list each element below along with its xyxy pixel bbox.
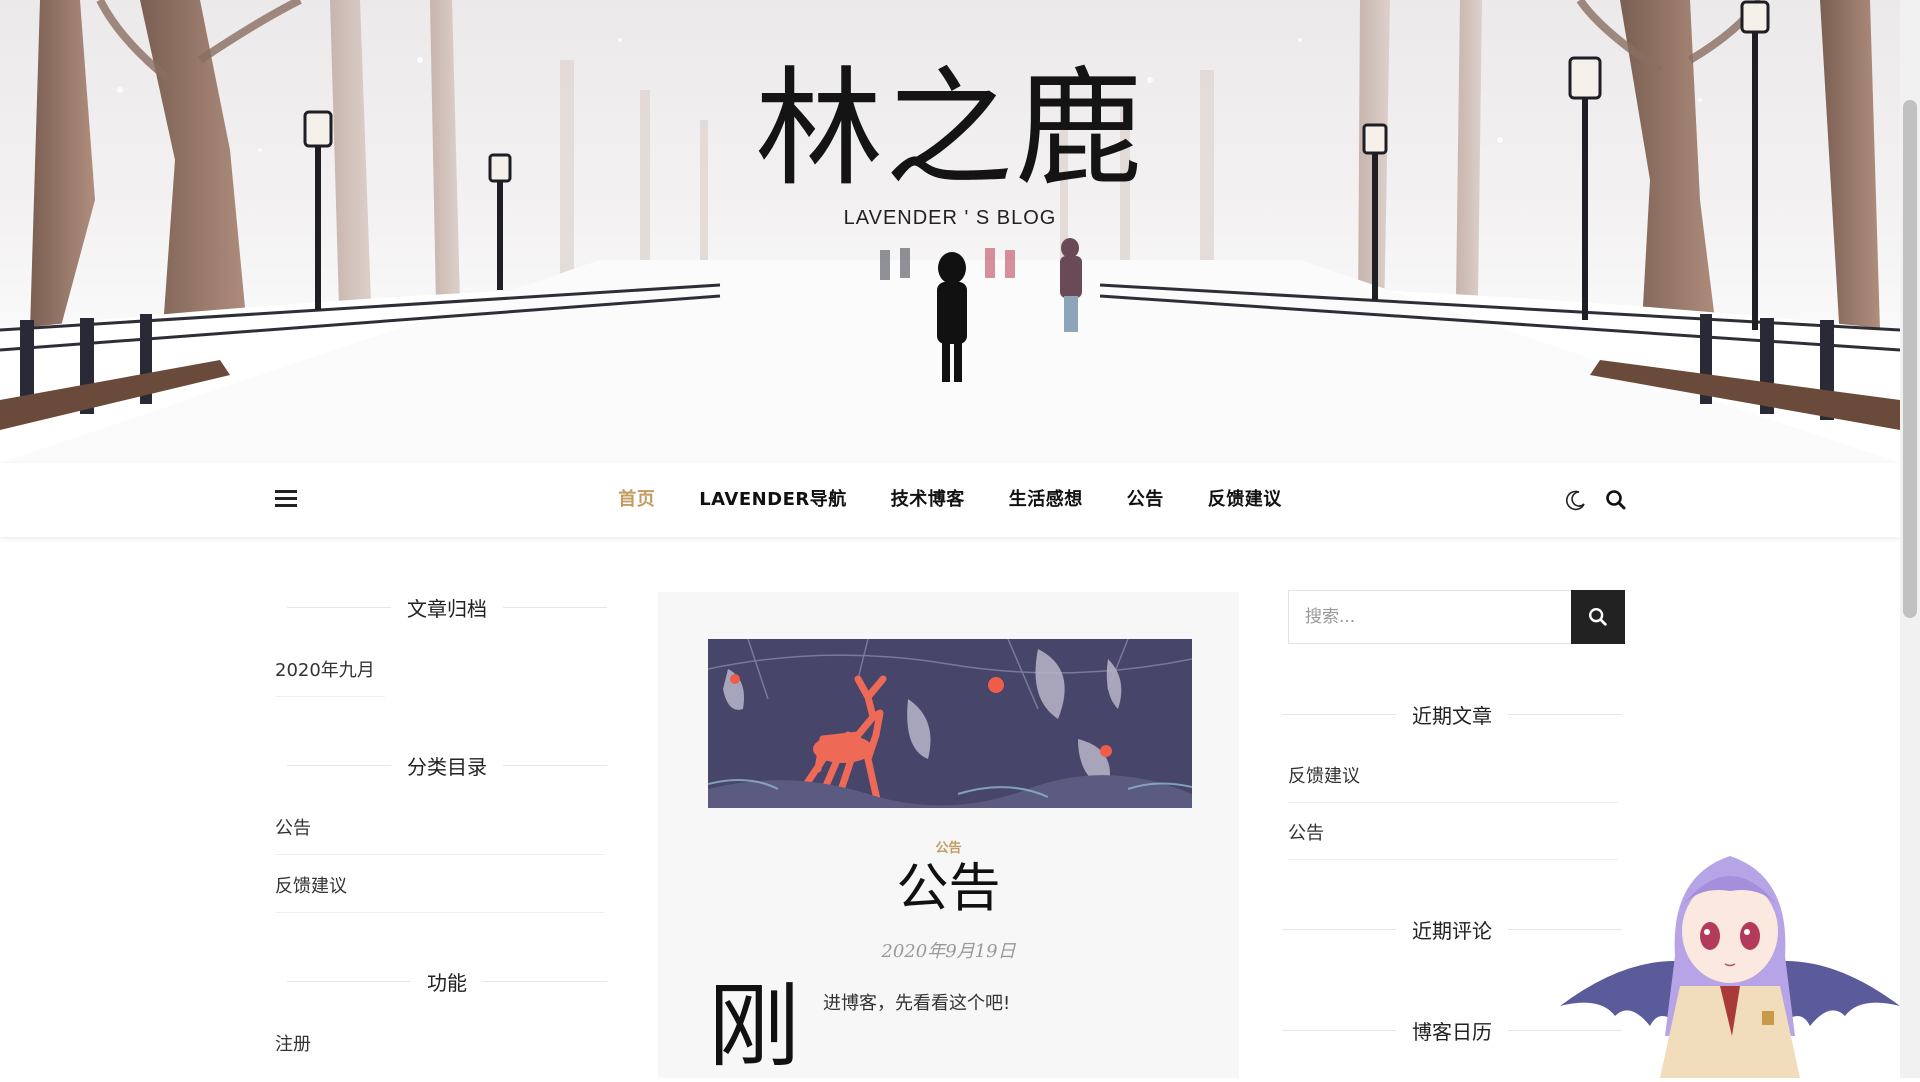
categories-widget-title: 分类目录	[287, 750, 607, 780]
nav-item-announcement[interactable]: 公告	[1127, 463, 1164, 537]
post-featured-image[interactable]	[708, 639, 1192, 808]
divider	[275, 912, 605, 913]
archives-title-text: 文章归档	[407, 596, 487, 621]
scrollbar-thumb[interactable]	[1903, 100, 1917, 618]
site-tagline: LAVENDER ' S BLOG	[843, 207, 1057, 229]
post-date: 2020年9月19日	[881, 941, 1016, 962]
register-link[interactable]: 注册	[275, 1030, 311, 1056]
recent-post-link-announcement[interactable]: 公告	[1288, 819, 1324, 845]
post-title[interactable]: 公告	[658, 854, 1239, 924]
nav-item-life-thoughts[interactable]: 生活感想	[1009, 463, 1083, 537]
divider	[1288, 802, 1618, 803]
category-link-announcement[interactable]: 公告	[275, 814, 311, 840]
archive-link-2020-09[interactable]: 2020年九月	[275, 656, 375, 682]
live2d-mascot[interactable]	[1560, 836, 1900, 1082]
recent-posts-title-text: 近期文章	[1412, 703, 1492, 728]
calendar-title-text: 博客日历	[1412, 1019, 1492, 1044]
sidebar-search-button[interactable]	[1571, 590, 1625, 644]
nav-item-lavender-nav[interactable]: LAVENDER导航	[699, 463, 847, 537]
page-scrollbar[interactable]	[1900, 0, 1920, 1078]
deer-illustration	[708, 639, 1192, 808]
sidebar-search-input[interactable]: 搜索...	[1288, 590, 1574, 644]
header-banner: 林之鹿 LAVENDER ' S BLOG	[0, 0, 1900, 463]
categories-title-text: 分类目录	[407, 754, 487, 779]
post-drop-cap: 刚	[708, 973, 801, 1080]
moon-icon[interactable]	[1564, 488, 1588, 512]
search-icon[interactable]	[1604, 488, 1628, 512]
archives-widget-title: 文章归档	[287, 592, 607, 622]
recent-post-link-feedback[interactable]: 反馈建议	[1288, 762, 1360, 788]
recent-comments-title-text: 近期评论	[1412, 918, 1492, 943]
post-excerpt: 进博客，先看看这个吧!	[823, 993, 1011, 1014]
functions-title-text: 功能	[427, 970, 467, 995]
category-link-feedback[interactable]: 反馈建议	[275, 872, 347, 898]
recent-posts-widget-title: 近期文章	[1282, 699, 1622, 729]
main-navigation: 首页 LAVENDER导航 技术博客 生活感想 公告 反馈建议	[0, 463, 1900, 537]
divider	[275, 854, 605, 855]
site-title[interactable]: 林之鹿	[0, 55, 1900, 205]
divider	[275, 696, 385, 697]
nav-item-tech-blog[interactable]: 技术博客	[891, 463, 965, 537]
nav-item-feedback[interactable]: 反馈建议	[1208, 463, 1282, 537]
functions-widget-title: 功能	[287, 966, 607, 996]
search-icon	[1589, 608, 1607, 626]
nav-item-home[interactable]: 首页	[618, 463, 655, 537]
